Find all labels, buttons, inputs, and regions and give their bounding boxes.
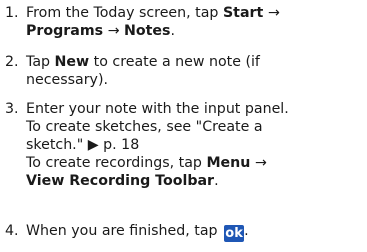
step-line: From the Today screen, tap Start → — [26, 4, 364, 22]
step-line: To create recordings, tap Menu → — [26, 154, 364, 172]
step-body: When you are finished, tap ok. — [26, 222, 364, 242]
notes-menu-label: Notes — [124, 23, 171, 39]
arrow-text: → — [263, 5, 280, 21]
step-line: Enter your note with the input panel. — [26, 101, 289, 117]
step-text: . — [244, 223, 249, 239]
step-line: sketch." ▶ p. 18 — [26, 137, 140, 153]
arrow-text: → — [250, 155, 267, 171]
instruction-page: 1. From the Today screen, tap Start → Pr… — [0, 0, 367, 252]
view-recording-toolbar-label: View Recording Toolbar — [26, 173, 215, 189]
step-text: . — [214, 173, 219, 189]
new-label: New — [54, 54, 90, 70]
step-body: Tap New to create a new note (if necessa… — [26, 53, 364, 89]
step-text: to create a new note (if — [89, 54, 260, 70]
step-body: From the Today screen, tap Start → Progr… — [26, 4, 364, 40]
step-body: Enter your note with the input panel. To… — [26, 100, 364, 190]
arrow-text: → — [103, 23, 125, 39]
step-text: Tap — [26, 54, 55, 70]
start-menu-label: Start — [222, 5, 264, 21]
step-line: View Recording Toolbar. — [26, 172, 364, 190]
step-line: necessary). — [26, 72, 109, 88]
step-number: 3. — [5, 101, 19, 117]
ok-button-icon: ok — [224, 225, 245, 242]
step-line: Programs → Notes. — [26, 22, 364, 40]
step-text: To create recordings, tap — [26, 155, 207, 171]
menu-label: Menu — [206, 155, 251, 171]
step-text: . — [170, 23, 176, 39]
step-line: To create sketches, see "Create a — [26, 119, 263, 135]
step-number: 1. — [5, 5, 19, 21]
step-number: 4. — [5, 223, 19, 239]
step-line: When you are finished, tap ok. — [26, 222, 364, 242]
programs-menu-label: Programs — [26, 23, 104, 39]
step-text: From the Today screen, tap — [26, 5, 223, 21]
step-number: 2. — [5, 54, 19, 70]
step-line: Tap New to create a new note (if — [26, 53, 364, 71]
step-text: When you are finished, tap — [26, 223, 223, 239]
